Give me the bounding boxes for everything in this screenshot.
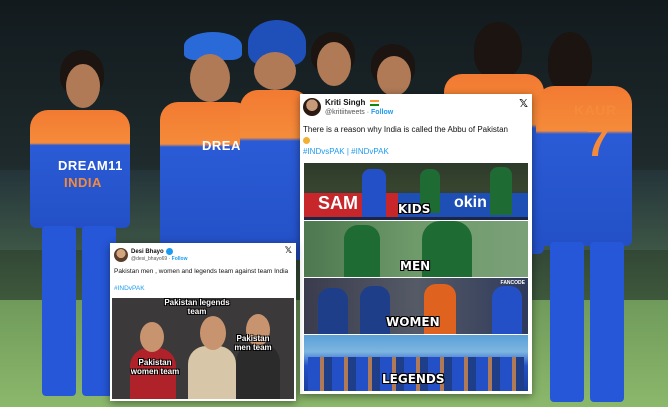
author-avatar[interactable] [114, 248, 128, 262]
player-figure [318, 288, 348, 334]
jersey-team-text: INDIA [64, 175, 102, 190]
player-face [254, 52, 296, 90]
banner-text-left: SAM [318, 193, 358, 213]
x-logo-icon[interactable]: 𝕏 [285, 246, 292, 256]
player-face [377, 56, 411, 96]
tweet-hashtags[interactable]: #INDvsPAK | #INDvPAK [303, 147, 389, 156]
tweet-card-small[interactable]: Desi Bhayo @desi_bhayo69 · Follow 𝕏 Paki… [110, 243, 296, 401]
panel-caption: MEN [400, 259, 431, 273]
meme-panel-kids: SAM okin KIDS [304, 163, 528, 220]
tweet-text: There is a reason why India is called th… [303, 125, 509, 134]
player-hair [474, 22, 522, 78]
fancode-badge: FANCODE [500, 280, 525, 286]
person-figure [236, 344, 280, 399]
player-face [66, 64, 100, 108]
author-handle[interactable]: @kritiitweets [325, 109, 365, 116]
player-face [190, 54, 230, 102]
label-men: Pakistan men team [234, 334, 272, 352]
verified-badge-icon [166, 248, 174, 255]
author-avatar[interactable] [303, 98, 321, 116]
meme-panel-men: MEN [304, 221, 528, 277]
laugh-emoji-icon [303, 137, 310, 144]
tweet-card-main[interactable]: Kriti Singh @kritiitweets · Follow 𝕏 The… [300, 94, 532, 394]
player-face [317, 42, 351, 86]
x-logo-icon[interactable]: 𝕏 [519, 97, 528, 110]
author-name-row[interactable]: Kriti Singh [325, 98, 379, 107]
label-legends: Pakistan legends team [164, 298, 230, 316]
jersey-sponsor-text: DREAM11 [58, 158, 123, 173]
author-name-row[interactable]: Desi Bhayo [131, 248, 174, 255]
player-pants [550, 242, 584, 402]
player-jersey [160, 102, 252, 252]
kid-figure [490, 167, 512, 215]
author-handle-row: @kritiitweets · Follow [325, 109, 393, 116]
jersey-number-text: 7 [586, 118, 610, 165]
panel-caption: LEGENDS [382, 372, 445, 386]
panel-caption: WOMEN [386, 315, 440, 329]
person-figure [188, 346, 236, 399]
author-handle[interactable]: @desi_bhayo69 [131, 256, 167, 262]
jersey-sponsor-text: DREA [202, 138, 241, 153]
author-handle-row: @desi_bhayo69 · Follow [131, 256, 188, 262]
author-name[interactable]: Kriti Singh [325, 98, 365, 107]
label-women: Pakistan women team [130, 358, 180, 376]
player-figure [492, 286, 522, 334]
kid-figure [362, 169, 386, 217]
player-pants [590, 242, 624, 402]
follow-link[interactable]: Follow [172, 256, 188, 262]
meme-image: Pakistan legends team Pakistan men team … [112, 298, 294, 399]
author-name[interactable]: Desi Bhayo [131, 249, 164, 255]
follow-link[interactable]: Follow [371, 109, 393, 116]
jersey-name-text: KAUR [574, 102, 617, 118]
panel-caption: KIDS [398, 202, 431, 216]
meme-panel-women: FANCODE WOMEN [304, 278, 528, 334]
tweet-text: Pakistan men , women and legends team ag… [114, 268, 289, 275]
flag-icon [369, 99, 379, 106]
meme-panel-legends: LEGENDS [304, 335, 528, 391]
player-kaur: KAUR 7 [530, 32, 640, 407]
person-face [140, 322, 164, 352]
player-hair [548, 32, 592, 92]
banner-text-right: okin [454, 194, 487, 211]
tweet-hashtag[interactable]: #INDvPAK [114, 285, 145, 292]
person-face [200, 316, 226, 350]
player-figure [344, 225, 380, 277]
player-pants [42, 226, 76, 396]
